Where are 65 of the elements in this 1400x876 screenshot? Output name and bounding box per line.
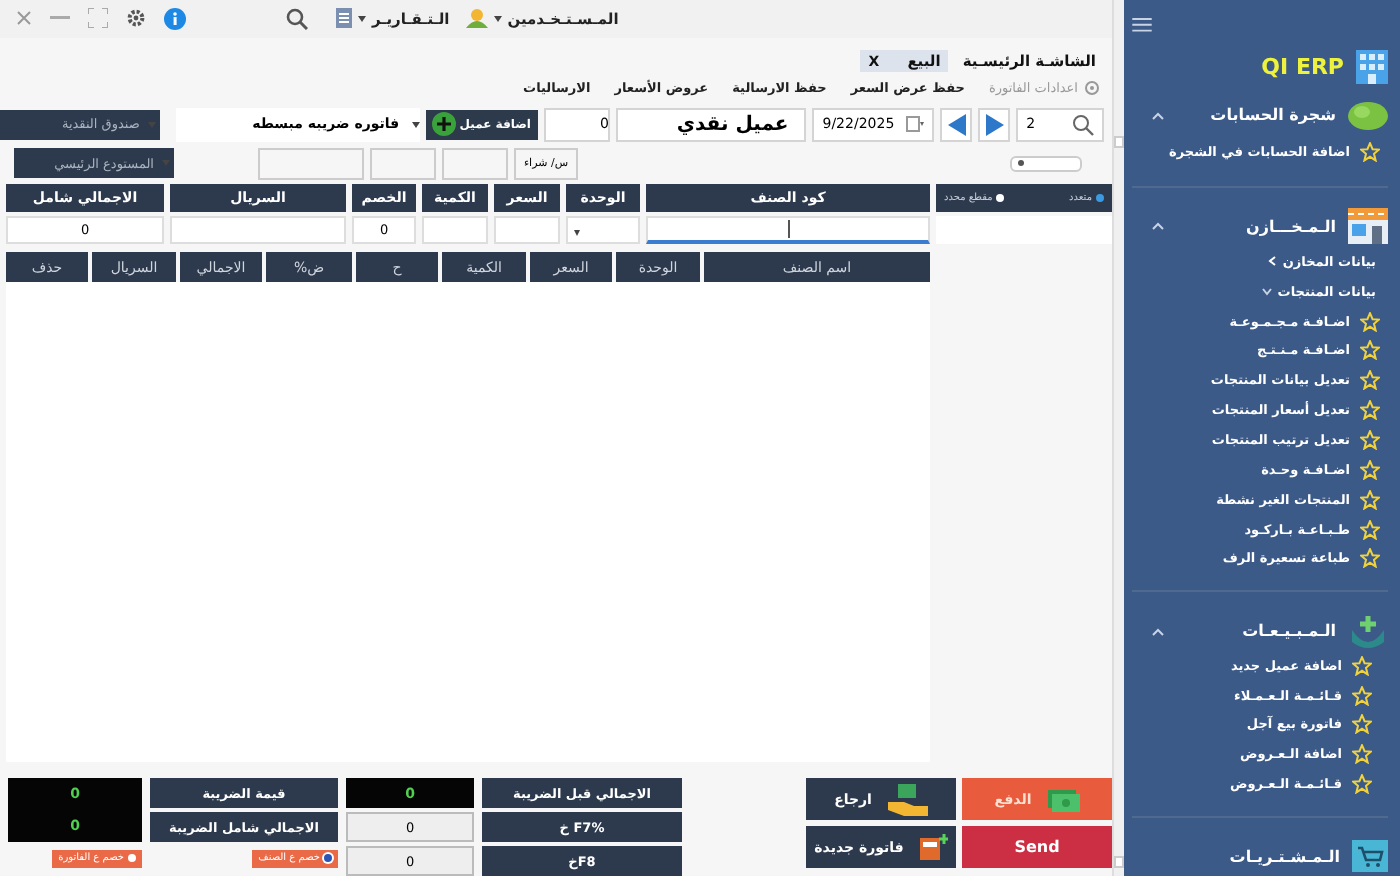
star-icon <box>1360 370 1380 391</box>
settings-icon[interactable] <box>126 8 146 29</box>
search-icon[interactable] <box>1072 113 1094 136</box>
chevron-up-icon[interactable] <box>1152 627 1164 636</box>
search-icon[interactable] <box>286 7 308 30</box>
sidebar-section[interactable]: الـمـشـتـريـات <box>1132 837 1388 876</box>
star-icon <box>1360 340 1380 361</box>
star-icon <box>1360 459 1380 480</box>
entry-field[interactable] <box>494 215 560 244</box>
close-icon[interactable] <box>16 10 32 27</box>
calendar-icon[interactable] <box>906 116 925 133</box>
input-field[interactable] <box>258 147 364 180</box>
menu-icon[interactable] <box>1132 18 1152 32</box>
caret-icon <box>493 15 502 22</box>
users-icon <box>465 8 488 29</box>
star-icon <box>1360 430 1380 451</box>
entry-field[interactable] <box>646 215 930 244</box>
star-icon <box>1352 714 1372 735</box>
star-icon <box>1360 400 1380 421</box>
option-field[interactable] <box>1010 155 1082 172</box>
chevron-up-icon[interactable] <box>1152 111 1164 119</box>
previous-button[interactable] <box>940 107 973 142</box>
input-field[interactable] <box>442 147 508 180</box>
star-icon <box>1352 655 1372 676</box>
info-icon[interactable] <box>164 7 186 30</box>
sidebar-section[interactable]: الـمـخـــازن <box>1132 207 1388 247</box>
caret-icon <box>358 15 366 22</box>
sales-icon <box>1348 613 1388 650</box>
star-icon <box>1360 548 1380 569</box>
star-icon <box>1360 141 1380 162</box>
star-icon <box>1352 744 1372 765</box>
calculator-icon <box>919 834 948 860</box>
sidebar-section[interactable]: شجرة الحسابات <box>1132 95 1388 135</box>
chevron-down-icon <box>1261 287 1272 296</box>
building-icon <box>1356 49 1388 84</box>
tree-icon <box>1348 99 1388 131</box>
caret-icon[interactable] <box>411 121 420 128</box>
send-button[interactable]: Send <box>962 826 1112 868</box>
brand-name: QI ERP <box>1261 53 1344 80</box>
customer-field[interactable]: عميل نقدي <box>616 107 807 142</box>
plus-icon <box>431 112 456 137</box>
report-icon <box>336 8 352 29</box>
caret-icon[interactable] <box>574 229 580 236</box>
entry-field[interactable] <box>422 215 488 244</box>
entry-field[interactable] <box>566 215 640 244</box>
input-field[interactable] <box>936 215 1112 244</box>
minimize-icon[interactable] <box>50 16 70 21</box>
scrollbar[interactable] <box>1112 0 1124 876</box>
input-field[interactable] <box>370 147 436 180</box>
cart-icon <box>1352 840 1388 873</box>
sidebar-section[interactable]: الـمـبـيـعـات <box>1132 611 1388 651</box>
cash-icon <box>1047 787 1080 811</box>
star-icon <box>1360 519 1380 540</box>
entry-field[interactable] <box>170 215 346 244</box>
gear-icon <box>1084 79 1100 96</box>
store-icon <box>1348 208 1388 245</box>
chevron-up-icon[interactable] <box>1152 222 1164 231</box>
next-button[interactable] <box>978 107 1011 142</box>
star-icon <box>1352 685 1372 706</box>
star-icon <box>1352 774 1372 795</box>
maximize-icon[interactable] <box>88 8 108 29</box>
hand-money-icon <box>887 783 928 815</box>
star-icon <box>1360 311 1380 332</box>
star-icon <box>1360 489 1380 510</box>
chevron-right-icon <box>1268 256 1277 267</box>
